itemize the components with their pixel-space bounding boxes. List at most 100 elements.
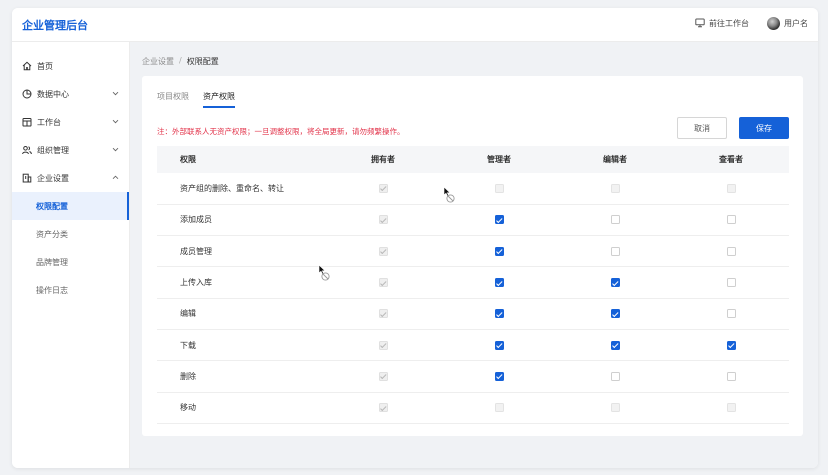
permission-cell-owner — [325, 360, 441, 393]
checkbox-viewer[interactable] — [726, 309, 736, 319]
chevron-down-icon — [112, 118, 119, 127]
permission-cell-owner — [325, 298, 441, 330]
main-content: 企业设置 / 权限配置 项目权限 资产权限 注：外部联系人无资产权限；一旦调整权… — [130, 42, 818, 468]
chevron-up-icon — [112, 174, 119, 183]
sidebar-item-enterprise-settings[interactable]: 企业设置 — [12, 164, 129, 192]
checkbox-viewer — [726, 403, 736, 413]
checkbox-manager — [494, 403, 504, 413]
sidebar-item-data-center[interactable]: 数据中心 — [12, 80, 129, 108]
sidebar-item-workbench[interactable]: 工作台 — [12, 108, 129, 136]
permission-cell-manager — [441, 235, 557, 268]
breadcrumb-parent[interactable]: 企业设置 — [142, 56, 174, 67]
checkbox-manager[interactable] — [494, 215, 504, 225]
checkbox-manager[interactable] — [494, 340, 504, 350]
checkbox-manager[interactable] — [494, 246, 504, 256]
table-row: 添加成员 — [157, 204, 789, 237]
sidebar-item-home[interactable]: 首页 — [12, 52, 129, 80]
sidebar-subitem-label: 权限配置 — [36, 201, 68, 211]
permission-cell-editor — [557, 329, 673, 362]
checkbox-editor[interactable] — [610, 371, 620, 381]
building-icon — [22, 173, 32, 183]
table-row: 资产组的删除、重命名、转让 — [157, 173, 789, 205]
checkbox-owner — [378, 278, 388, 288]
table-row: 删除 — [157, 360, 789, 393]
permission-cell-viewer — [673, 298, 789, 330]
tab-project-permissions[interactable]: 项目权限 — [157, 91, 189, 107]
sidebar-subitem-asset-category[interactable]: 资产分类 — [12, 220, 129, 248]
permission-name: 删除 — [157, 360, 325, 393]
checkbox-viewer — [726, 183, 736, 193]
sidebar-item-label: 组织管理 — [37, 145, 69, 155]
breadcrumb-separator: / — [179, 56, 182, 65]
permission-cell-editor — [557, 173, 673, 205]
sidebar: 首页 数据中心 工作台 组织管理 企业设置 权限配置 资产分类 品牌管理 操作日… — [12, 42, 130, 468]
checkbox-viewer[interactable] — [726, 340, 736, 350]
checkbox-editor — [610, 403, 620, 413]
checkbox-viewer[interactable] — [726, 278, 736, 288]
sidebar-item-label: 工作台 — [37, 117, 61, 127]
checkbox-viewer[interactable] — [726, 371, 736, 381]
permission-name: 上传入库 — [157, 266, 325, 299]
permission-name: 资产组的删除、重命名、转让 — [157, 173, 325, 205]
checkbox-editor[interactable] — [610, 309, 620, 319]
checkbox-editor[interactable] — [610, 340, 620, 350]
checkbox-editor — [610, 183, 620, 193]
workbench-link[interactable]: 前往工作台 — [695, 18, 749, 30]
checkbox-editor[interactable] — [610, 215, 620, 225]
checkbox-manager[interactable] — [494, 371, 504, 381]
permission-name: 下载 — [157, 329, 325, 362]
checkbox-viewer[interactable] — [726, 215, 736, 225]
users-icon — [22, 145, 32, 155]
save-button[interactable]: 保存 — [739, 117, 789, 139]
permission-cell-manager — [441, 392, 557, 424]
sidebar-item-org[interactable]: 组织管理 — [12, 136, 129, 164]
table-row: 移动 — [157, 392, 789, 424]
notice-text: 注：外部联系人无资产权限；一旦调整权限，将全局更新，请勿频繁操作。 — [157, 127, 405, 136]
sidebar-item-label: 企业设置 — [37, 173, 69, 183]
permission-cell-viewer — [673, 266, 789, 299]
table-header-row: 权限 拥有者 管理者 编辑者 查看者 — [157, 146, 789, 173]
permission-cell-editor — [557, 204, 673, 237]
permissions-card: 项目权限 资产权限 注：外部联系人无资产权限；一旦调整权限，将全局更新，请勿频繁… — [142, 76, 803, 436]
table-row: 成员管理 — [157, 235, 789, 268]
permission-cell-viewer — [673, 235, 789, 268]
permission-cell-owner — [325, 173, 441, 205]
home-icon — [22, 61, 32, 71]
checkbox-editor[interactable] — [610, 246, 620, 256]
checkbox-viewer[interactable] — [726, 246, 736, 256]
permission-cell-owner — [325, 392, 441, 424]
avatar — [767, 17, 780, 30]
permission-cell-owner — [325, 329, 441, 362]
permission-cell-manager — [441, 173, 557, 205]
checkbox-owner — [378, 246, 388, 256]
chevron-down-icon — [112, 90, 119, 99]
tab-asset-permissions[interactable]: 资产权限 — [203, 91, 235, 108]
sidebar-subitem-brand[interactable]: 品牌管理 — [12, 248, 129, 276]
table-row: 编辑 — [157, 298, 789, 330]
permission-cell-owner — [325, 266, 441, 299]
app-window: 企业管理后台 前往工作台 用户名 首页 数据中心 工作台 组织管理 企业设置 权… — [12, 8, 818, 468]
monitor-icon — [695, 18, 705, 30]
permission-cell-viewer — [673, 392, 789, 424]
checkbox-editor[interactable] — [610, 278, 620, 288]
checkbox-owner — [378, 309, 388, 319]
checkbox-owner — [378, 215, 388, 225]
checkbox-manager[interactable] — [494, 278, 504, 288]
permission-cell-viewer — [673, 329, 789, 362]
sidebar-item-label: 首页 — [37, 61, 53, 71]
sidebar-subitem-label: 品牌管理 — [36, 257, 68, 267]
top-bar: 企业管理后台 前往工作台 用户名 — [12, 8, 818, 42]
sidebar-subitem-logs[interactable]: 操作日志 — [12, 276, 129, 304]
tab-bar: 项目权限 资产权限 — [157, 91, 249, 108]
column-header-editor: 编辑者 — [557, 146, 673, 173]
cancel-button[interactable]: 取消 — [677, 117, 727, 139]
chevron-down-icon — [112, 146, 119, 155]
checkbox-owner — [378, 403, 388, 413]
user-menu[interactable]: 用户名 — [767, 17, 808, 30]
permission-cell-editor — [557, 392, 673, 424]
sidebar-subitem-permissions[interactable]: 权限配置 — [12, 192, 129, 220]
checkbox-owner — [378, 340, 388, 350]
checkbox-manager[interactable] — [494, 309, 504, 319]
checkbox-owner — [378, 183, 388, 193]
table-row: 上传入库 — [157, 266, 789, 299]
